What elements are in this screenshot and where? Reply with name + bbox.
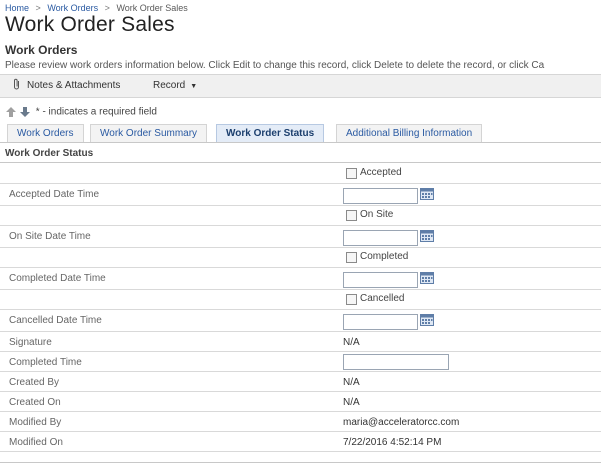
tab-work-order-status[interactable]: Work Order Status (216, 124, 325, 142)
breadcrumb-work-orders-link[interactable]: Work Orders (47, 3, 98, 13)
row-divider (0, 351, 601, 352)
breadcrumb-separator: > (35, 3, 41, 13)
breadcrumb-home-link[interactable]: Home (5, 3, 29, 13)
created-by-label: Created By (9, 377, 60, 388)
accepted-checkbox-label: Accepted (360, 167, 402, 178)
modified-by-label: Modified By (9, 417, 62, 428)
cancelled-checkbox-label: Cancelled (360, 293, 405, 304)
modified-on-value: 7/22/2016 4:52:14 PM (343, 437, 442, 448)
on-site-date-time-label: On Site Date Time (9, 231, 91, 242)
accepted-date-time-label: Accepted Date Time (9, 189, 100, 200)
row-divider (0, 289, 601, 290)
completed-checkbox-label: Completed (360, 251, 409, 262)
completed-time-input[interactable] (343, 354, 449, 370)
row-divider (0, 309, 601, 310)
row-divider (0, 391, 601, 392)
row-divider (0, 411, 601, 412)
caret-down-icon: ▼ (190, 83, 198, 90)
on-site-checkbox-label: On Site (360, 209, 394, 220)
page-subtitle: Work Orders (5, 43, 78, 57)
on-site-checkbox[interactable] (346, 210, 357, 221)
toolbar: Notes & Attachments Record ▼ (0, 74, 601, 98)
required-field-note: * - indicates a required field (5, 106, 157, 120)
created-on-label: Created On (9, 397, 61, 408)
row-divider (0, 247, 601, 248)
signature-label: Signature (9, 337, 52, 348)
modified-by-value: maria@acceleratorcc.com (343, 417, 460, 428)
breadcrumb: Home > Work Orders > Work Order Sales (5, 3, 188, 13)
cancelled-date-time-label: Cancelled Date Time (9, 315, 102, 326)
tab-work-order-summary[interactable]: Work Order Summary (90, 124, 208, 142)
tab-divider (0, 142, 601, 143)
completed-date-time-label: Completed Date Time (9, 273, 106, 284)
signature-value: N/A (343, 337, 360, 348)
notes-attachments-button[interactable]: Notes & Attachments (12, 75, 120, 97)
completed-time-label: Completed Time (9, 357, 82, 368)
notes-attachments-label: Notes & Attachments (27, 80, 121, 91)
tab-work-orders[interactable]: Work Orders (7, 124, 84, 142)
on-site-date-time-input[interactable] (343, 230, 418, 246)
created-by-value: N/A (343, 377, 360, 388)
breadcrumb-separator: > (104, 3, 110, 13)
section-title: Work Order Status (5, 148, 94, 159)
arrow-up-icon[interactable] (5, 106, 17, 118)
created-on-value: N/A (343, 397, 360, 408)
cancelled-checkbox[interactable] (346, 294, 357, 305)
row-divider (0, 331, 601, 332)
row-divider (0, 225, 601, 226)
calendar-icon[interactable] (420, 187, 434, 200)
completed-date-time-input[interactable] (343, 272, 418, 288)
paperclip-icon (14, 78, 19, 90)
row-divider (0, 205, 601, 206)
calendar-icon[interactable] (420, 229, 434, 242)
modified-on-label: Modified On (9, 437, 63, 448)
arrow-down-icon[interactable] (19, 106, 31, 118)
accepted-date-time-input[interactable] (343, 188, 418, 204)
calendar-icon[interactable] (420, 271, 434, 284)
row-divider (0, 451, 601, 452)
record-menu-button[interactable]: Record ▼ (153, 75, 197, 97)
breadcrumb-current: Work Order Sales (116, 3, 188, 13)
tab-additional-billing-information[interactable]: Additional Billing Information (336, 124, 483, 142)
section-divider (0, 162, 601, 163)
accepted-checkbox[interactable] (346, 168, 357, 179)
row-divider (0, 183, 601, 184)
form-bottom-divider (0, 462, 601, 463)
row-divider (0, 431, 601, 432)
calendar-icon[interactable] (420, 313, 434, 326)
row-divider (0, 371, 601, 372)
row-divider (0, 267, 601, 268)
page-description: Please review work orders information be… (5, 60, 545, 71)
required-note-text: * - indicates a required field (35, 106, 157, 118)
record-menu-label: Record (153, 80, 186, 91)
page-title: Work Order Sales (5, 13, 175, 36)
completed-checkbox[interactable] (346, 252, 357, 263)
cancelled-date-time-input[interactable] (343, 314, 418, 330)
